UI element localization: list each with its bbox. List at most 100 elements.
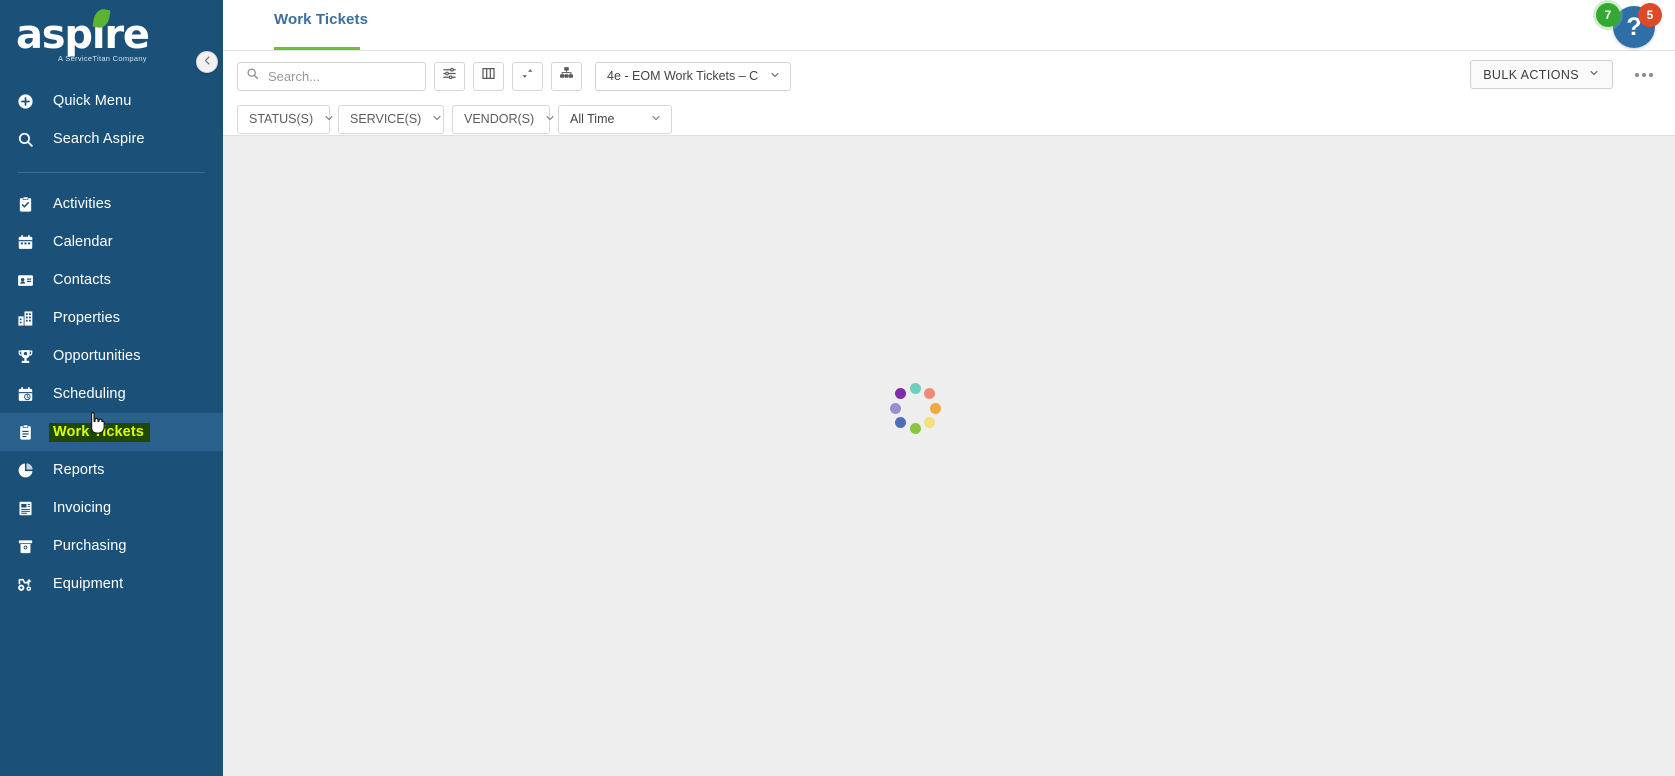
sidebar-item-purchasing[interactable]: Purchasing (0, 527, 223, 565)
sidebar: aspire ™ A ServiceTitan Company Quick Me… (0, 0, 223, 776)
chevron-down-icon (431, 112, 443, 127)
app-logo[interactable]: aspire ™ A ServiceTitan Company (0, 0, 223, 78)
chevron-down-icon (769, 69, 781, 84)
logo-text: aspire (16, 12, 150, 58)
chevron-down-icon (323, 112, 335, 127)
spinner-dot (909, 422, 921, 434)
main-area: Work Tickets 7 5 ? Search... 4e - EOM Wo… (223, 0, 1675, 776)
tab-work-tickets[interactable]: Work Tickets (274, 0, 368, 50)
sidebar-item-scheduling[interactable]: Scheduling (0, 375, 223, 413)
filter-label: SERVICE(S) (350, 112, 422, 126)
filter-label: VENDOR(S) (464, 112, 535, 126)
view-select-value: 4e - EOM Work Tickets – C (607, 69, 759, 83)
chevron-left-icon (202, 53, 213, 71)
sidebar-item-label: Calendar (53, 234, 113, 250)
search-icon (246, 67, 259, 85)
sidebar-item-label: Work Tickets (49, 422, 150, 442)
filter-service[interactable]: SERVICE(S) (338, 104, 444, 134)
view-select[interactable]: 4e - EOM Work Tickets – C (595, 61, 791, 91)
hierarchy-icon (559, 66, 574, 86)
filter-time-range[interactable]: All Time (558, 104, 672, 134)
spinner-dot (923, 416, 935, 428)
sidebar-top-group: Quick Menu Search Aspire (0, 78, 223, 158)
purchase-bag-icon (17, 538, 43, 555)
chevron-down-icon (1588, 67, 1600, 82)
filter-vendor[interactable]: VENDOR(S) (452, 104, 554, 134)
top-bar: Work Tickets 7 5 ? (223, 0, 1675, 51)
app-root: aspire ™ A ServiceTitan Company Quick Me… (0, 0, 1675, 776)
filter-settings-button[interactable] (434, 61, 465, 91)
schedule-clock-icon (17, 386, 43, 403)
sidebar-item-equipment[interactable]: Equipment (0, 565, 223, 603)
sidebar-item-label: Purchasing (53, 538, 127, 554)
spinner-dot (895, 416, 907, 428)
sidebar-item-invoicing[interactable]: Invoicing (0, 489, 223, 527)
chevron-down-icon (650, 112, 662, 127)
sidebar-item-label: Equipment (53, 576, 124, 592)
trophy-icon (17, 348, 43, 365)
sort-arrows-icon (520, 66, 535, 86)
sidebar-main-group: Activities Calendar Contacts Properties (0, 185, 223, 603)
spinner-dot (923, 388, 935, 400)
sidebar-item-label: Scheduling (53, 386, 126, 402)
ellipsis-icon (1635, 72, 1639, 77)
calendar-icon (17, 234, 43, 251)
help-cluster: 7 5 ? (1595, 0, 1667, 50)
filter-status[interactable]: STATUS(S) (237, 104, 333, 134)
sidebar-item-label: Invoicing (53, 500, 112, 516)
notification-badge-red[interactable]: 5 (1638, 3, 1662, 27)
toolbar-right-group: BULK ACTIONS (1470, 60, 1661, 89)
bulk-actions-button[interactable]: BULK ACTIONS (1470, 60, 1613, 89)
sidebar-item-label: Opportunities (53, 348, 141, 364)
sidebar-item-label: Activities (53, 196, 112, 212)
sidebar-collapse-button[interactable] (196, 51, 218, 73)
sidebar-item-calendar[interactable]: Calendar (0, 223, 223, 261)
spinner-dot (929, 402, 941, 414)
search-box[interactable] (237, 61, 426, 91)
ellipsis-icon (1642, 72, 1646, 77)
filter-sliders-icon (442, 66, 457, 86)
equipment-icon (17, 576, 43, 593)
spinner-dot (909, 382, 921, 394)
sidebar-item-search-aspire[interactable]: Search Aspire (0, 120, 223, 158)
columns-button[interactable] (473, 61, 504, 91)
sidebar-item-activities[interactable]: Activities (0, 185, 223, 223)
loading-spinner (887, 380, 943, 436)
clipboard-icon (17, 423, 43, 441)
contact-card-icon (17, 272, 43, 289)
loading-indicator (887, 380, 943, 436)
filter-label: All Time (570, 112, 615, 126)
plus-circle-icon (17, 93, 43, 110)
sidebar-item-label: Search Aspire (53, 131, 145, 147)
invoice-icon (17, 500, 43, 517)
sidebar-item-quick-menu[interactable]: Quick Menu (0, 82, 223, 120)
content-area (223, 136, 1675, 776)
toolbar: 4e - EOM Work Tickets – C STATUS(S) SERV… (223, 51, 1675, 136)
clipboard-check-icon (17, 195, 43, 213)
ellipsis-icon (1649, 72, 1653, 77)
sidebar-item-label: Quick Menu (53, 93, 132, 109)
spinner-dot (889, 402, 901, 414)
logo-row: aspire ™ (16, 7, 223, 58)
more-options-button[interactable] (1631, 67, 1657, 83)
active-tab-indicator (274, 47, 360, 50)
search-icon (17, 131, 43, 148)
toolbar-row-filters: STATUS(S) SERVICE(S) VENDOR(S) All Time (237, 103, 1661, 135)
columns-icon (481, 66, 496, 86)
sidebar-divider (18, 172, 205, 173)
tab-label: Work Tickets (274, 10, 369, 28)
sidebar-item-label: Properties (53, 310, 121, 326)
sidebar-item-work-tickets[interactable]: Work Tickets (0, 413, 223, 451)
search-input[interactable] (268, 68, 417, 84)
notification-badge-green[interactable]: 7 (1596, 3, 1620, 27)
hierarchy-button[interactable] (551, 61, 582, 91)
sort-button[interactable] (512, 61, 543, 91)
pie-chart-icon (17, 462, 43, 479)
sidebar-item-properties[interactable]: Properties (0, 299, 223, 337)
sidebar-item-opportunities[interactable]: Opportunities (0, 337, 223, 375)
building-icon (17, 310, 43, 327)
toolbar-row-primary: 4e - EOM Work Tickets – C (237, 60, 1661, 92)
sidebar-item-reports[interactable]: Reports (0, 451, 223, 489)
filter-label: STATUS(S) (249, 112, 314, 126)
sidebar-item-contacts[interactable]: Contacts (0, 261, 223, 299)
